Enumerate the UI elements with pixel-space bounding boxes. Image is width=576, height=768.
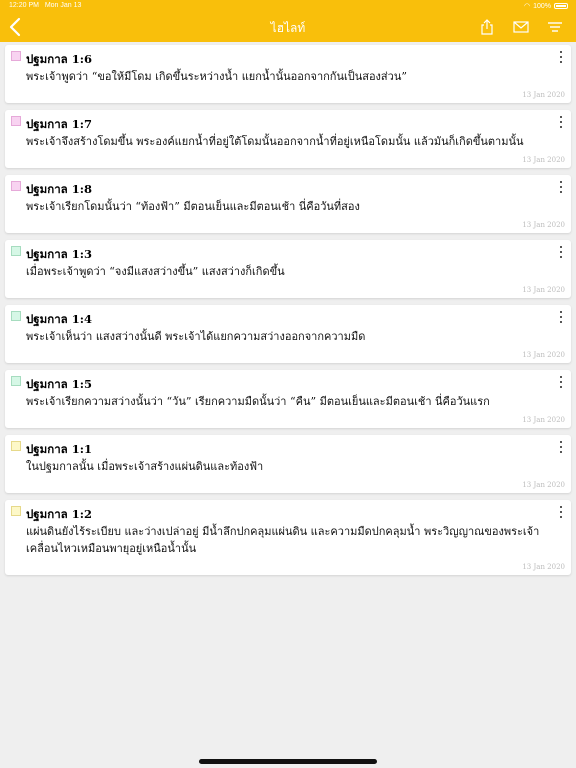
highlight-color-swatch [11, 311, 21, 321]
highlight-card[interactable]: ปฐมกาล 1:5 พระเจ้าเรียกความสว่างนั้นว่า … [5, 370, 571, 428]
highlight-card[interactable]: ปฐมกาล 1:6 พระเจ้าพูดว่า “ขอให้มีโดม เกิ… [5, 45, 571, 103]
more-options-icon[interactable] [557, 441, 565, 453]
status-bar: 12:20 PM Mon Jan 13 ◠ 100% [0, 0, 576, 12]
highlight-color-swatch [11, 116, 21, 126]
highlight-card[interactable]: ปฐมกาล 1:4 พระเจ้าเห็นว่า แสงสว่างนั้นดี… [5, 305, 571, 363]
highlight-color-swatch [11, 181, 21, 191]
verse-reference: ปฐมกาล 1:5 [26, 377, 92, 391]
highlight-color-swatch [11, 441, 21, 451]
verse-reference: ปฐมกาล 1:2 [26, 507, 92, 521]
verse-text: พระเจ้าพูดว่า “ขอให้มีโดม เกิดขึ้นระหว่า… [26, 70, 407, 83]
more-options-icon[interactable] [557, 51, 565, 63]
highlight-card[interactable]: ปฐมกาล 1:3 เมื่อพระเจ้าพูดว่า “จงมีแสงสว… [5, 240, 571, 298]
verse-reference: ปฐมกาล 1:7 [26, 117, 92, 131]
mail-icon[interactable] [512, 18, 530, 36]
highlight-date: 13 Jan 2020 [522, 221, 565, 229]
battery-icon [554, 3, 568, 9]
highlights-list: ปฐมกาล 1:6 พระเจ้าพูดว่า “ขอให้มีโดม เกิ… [5, 45, 571, 582]
more-options-icon[interactable] [557, 506, 565, 518]
more-options-icon[interactable] [557, 181, 565, 193]
highlight-card[interactable]: ปฐมกาล 1:1 ในปฐมกาลนั้น เมื่อพระเจ้าสร้า… [5, 435, 571, 493]
highlight-color-swatch [11, 376, 21, 386]
highlight-date: 13 Jan 2020 [522, 416, 565, 424]
home-indicator[interactable] [199, 759, 377, 764]
highlight-date: 13 Jan 2020 [522, 156, 565, 164]
battery-percent: 100% [533, 2, 551, 10]
verse-reference: ปฐมกาล 1:3 [26, 247, 92, 261]
highlight-card[interactable]: ปฐมกาล 1:8 พระเจ้าเรียกโดมนั้นว่า “ท้องฟ… [5, 175, 571, 233]
share-icon[interactable] [478, 18, 496, 36]
more-options-icon[interactable] [557, 311, 565, 323]
highlight-color-swatch [11, 506, 21, 516]
verse-text: แผ่นดินยังไร้ระเบียบ และว่างเปล่าอยู่ มี… [26, 525, 540, 555]
verse-text: พระเจ้าเรียกโดมนั้นว่า “ท้องฟ้า” มีตอนเย… [26, 200, 360, 213]
highlight-date: 13 Jan 2020 [522, 286, 565, 294]
verse-reference: ปฐมกาล 1:6 [26, 52, 92, 66]
verse-text: พระเจ้าจึงสร้างโดมขึ้น พระองค์แยกน้ำที่อ… [26, 135, 524, 148]
highlight-card[interactable]: ปฐมกาล 1:2 แผ่นดินยังไร้ระเบียบ และว่างเ… [5, 500, 571, 575]
highlight-date: 13 Jan 2020 [522, 91, 565, 99]
status-right: ◠ 100% [524, 2, 568, 10]
verse-text: พระเจ้าเห็นว่า แสงสว่างนั้นดี พระเจ้าได้… [26, 330, 366, 343]
verse-reference: ปฐมกาล 1:4 [26, 312, 92, 326]
more-options-icon[interactable] [557, 116, 565, 128]
more-options-icon[interactable] [557, 376, 565, 388]
verse-text: ในปฐมกาลนั้น เมื่อพระเจ้าสร้างแผ่นดินและ… [26, 460, 264, 473]
verse-text: เมื่อพระเจ้าพูดว่า “จงมีแสงสว่างขึ้น” แส… [26, 265, 285, 278]
more-options-icon[interactable] [557, 246, 565, 258]
highlight-color-swatch [11, 51, 21, 61]
highlight-date: 13 Jan 2020 [522, 351, 565, 359]
navigation-bar: ไฮไลท์ [0, 12, 576, 42]
highlight-color-swatch [11, 246, 21, 256]
wifi-icon: ◠ [523, 3, 531, 10]
verse-text: พระเจ้าเรียกความสว่างนั้นว่า “วัน” เรียก… [26, 395, 490, 408]
verse-reference: ปฐมกาล 1:1 [26, 442, 92, 456]
verse-reference: ปฐมกาล 1:8 [26, 182, 92, 196]
highlight-date: 13 Jan 2020 [522, 563, 565, 571]
status-time: 12:20 PM Mon Jan 13 [9, 2, 82, 9]
sort-icon[interactable] [546, 18, 564, 36]
highlight-card[interactable]: ปฐมกาล 1:7 พระเจ้าจึงสร้างโดมขึ้น พระองค… [5, 110, 571, 168]
highlight-date: 13 Jan 2020 [522, 481, 565, 489]
nav-actions [478, 18, 564, 36]
